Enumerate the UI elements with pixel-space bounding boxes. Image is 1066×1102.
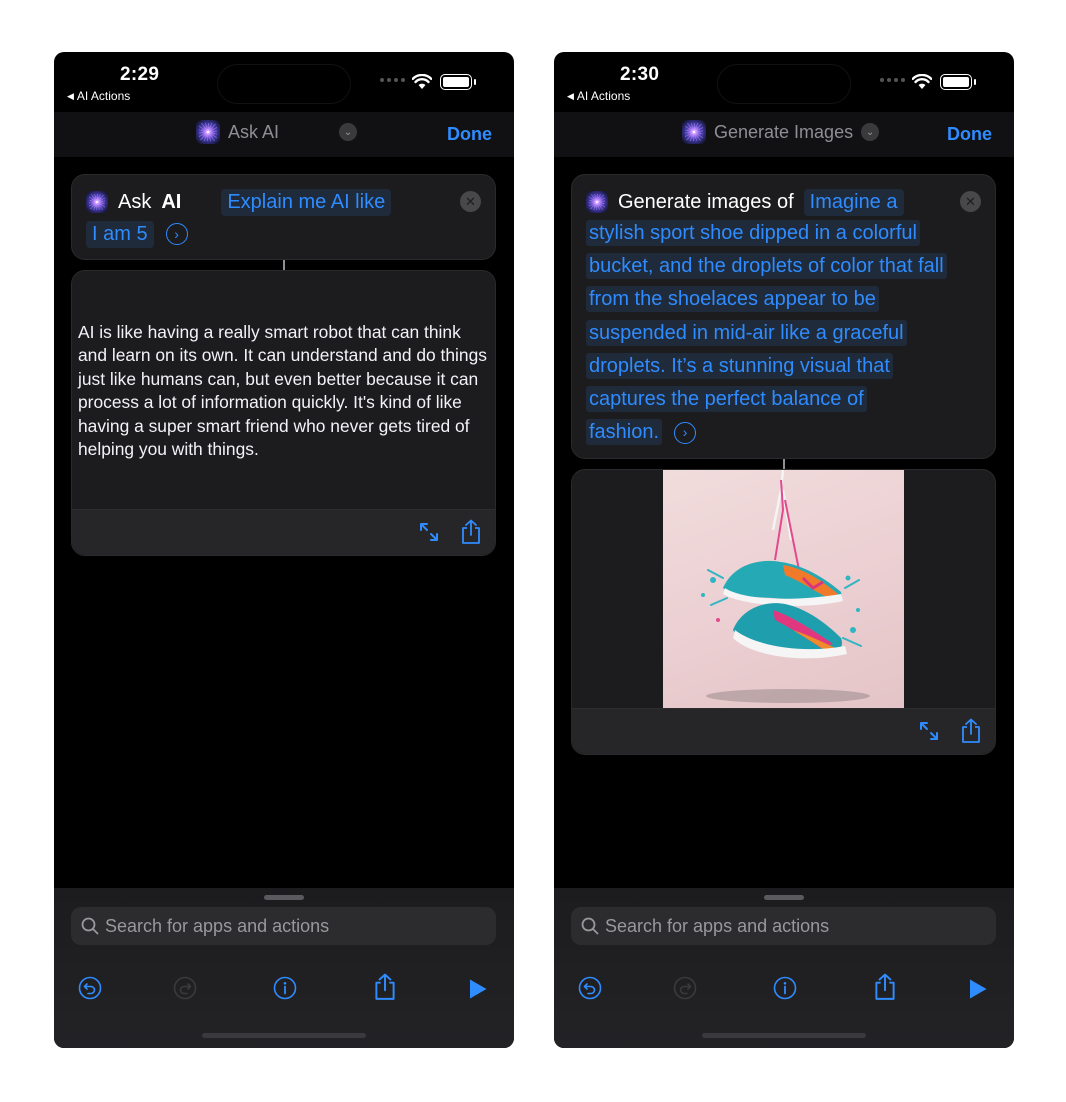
close-icon[interactable]: ✕ xyxy=(960,191,981,212)
nav-bar: Ask AI ⌄ Done xyxy=(54,112,514,157)
nav-bar: Generate Images ⌄ Done xyxy=(554,112,1014,157)
play-icon[interactable] xyxy=(968,978,988,1000)
search-placeholder: Search for apps and actions xyxy=(105,915,330,936)
battery-icon xyxy=(440,74,476,90)
connector-line xyxy=(783,459,785,469)
nav-title: Ask AI xyxy=(228,121,280,142)
search-field[interactable]: Search for apps and actions xyxy=(571,907,996,945)
search-icon xyxy=(581,917,599,935)
result-card: AI is like having a really smart robot t… xyxy=(71,270,496,556)
share-icon[interactable] xyxy=(373,973,397,1001)
prompt-param[interactable]: Explain me AI like xyxy=(221,188,392,216)
phone-screen-left: 2:29 ◀ AI Actions Ask AI ⌄ Done Ask AI E… xyxy=(54,52,514,1048)
action-object: AI xyxy=(161,190,182,213)
action-card[interactable]: Ask AI Explain me AI like I am 5 › ✕ xyxy=(71,174,496,260)
redo-icon[interactable] xyxy=(173,976,197,1000)
result-toolbar xyxy=(572,708,995,754)
back-to-app-link[interactable]: ◀ AI Actions xyxy=(567,89,630,103)
home-indicator xyxy=(702,1033,866,1038)
sheet-grabber[interactable] xyxy=(764,895,804,900)
app-icon xyxy=(586,191,608,213)
dynamic-island xyxy=(717,64,851,104)
chevron-down-icon[interactable]: ⌄ xyxy=(339,123,358,141)
home-indicator xyxy=(202,1033,366,1038)
info-icon[interactable] xyxy=(773,976,797,1000)
prompt-line: suspended in mid-air like a graceful xyxy=(586,319,907,346)
action-card[interactable]: Generate images of Imagine a stylish spo… xyxy=(571,174,996,459)
chevron-right-circle-icon[interactable]: › xyxy=(165,223,188,245)
prompt-line: fashion. xyxy=(586,419,663,446)
prompt-line: stylish sport shoe dipped in a colorful xyxy=(586,220,920,246)
back-triangle-icon: ◀ xyxy=(67,90,74,101)
nav-title: Generate Images xyxy=(714,121,854,142)
app-icon xyxy=(682,120,706,144)
result-text: AI is like having a really smart robot t… xyxy=(78,322,487,460)
action-verb: Generate images of xyxy=(618,190,794,213)
chevron-right-circle-icon[interactable]: › xyxy=(674,421,697,444)
search-placeholder: Search for apps and actions xyxy=(605,915,830,936)
prompt-param[interactable]: Imagine a xyxy=(803,188,904,216)
signal-icon xyxy=(880,78,905,82)
sneakers-illustration xyxy=(701,470,870,703)
undo-icon[interactable] xyxy=(578,976,602,1000)
prompt-param-continued[interactable]: stylish sport shoe dipped in a colorful … xyxy=(586,217,981,449)
actions-sheet: Search for apps and actions xyxy=(54,888,514,1048)
prompt-line: bucket, and the droplets of color that f… xyxy=(586,253,947,280)
app-icon xyxy=(196,120,220,144)
expand-icon[interactable] xyxy=(418,521,440,543)
signal-icon xyxy=(380,78,405,82)
prompt-param-continued[interactable]: I am 5 xyxy=(86,220,154,248)
prompt-line: from the shoelaces appear to be xyxy=(586,286,879,313)
sheet-grabber[interactable] xyxy=(264,895,304,900)
back-app-label: AI Actions xyxy=(576,89,631,103)
action-title-menu[interactable]: Ask AI ⌄ xyxy=(196,120,358,144)
back-to-app-link[interactable]: ◀ AI Actions xyxy=(67,89,130,103)
prompt-line: captures the perfect balance of xyxy=(586,386,867,413)
editor-toolbar xyxy=(54,964,514,1014)
action-title-menu[interactable]: Generate Images ⌄ xyxy=(682,120,880,144)
phone-screen-right: 2:30 ◀ AI Actions Generate Images ⌄ Done… xyxy=(554,52,1014,1048)
dynamic-island xyxy=(217,64,351,104)
wifi-icon xyxy=(412,74,432,89)
search-field[interactable]: Search for apps and actions xyxy=(71,907,496,945)
actions-sheet: Search for apps and actions xyxy=(554,888,1014,1048)
battery-icon xyxy=(940,74,976,90)
close-icon[interactable]: ✕ xyxy=(460,191,481,212)
play-icon[interactable] xyxy=(468,978,488,1000)
status-time: 2:30 xyxy=(620,64,660,85)
share-icon[interactable] xyxy=(460,519,482,545)
back-app-label: AI Actions xyxy=(76,89,131,103)
wifi-icon xyxy=(912,74,932,89)
prompt-line: droplets. It’s a stunning visual that xyxy=(586,352,893,379)
editor-toolbar xyxy=(554,964,1014,1014)
app-icon xyxy=(86,191,108,213)
expand-icon[interactable] xyxy=(918,720,940,742)
result-card xyxy=(571,469,996,755)
info-icon[interactable] xyxy=(273,976,297,1000)
chevron-down-icon[interactable]: ⌄ xyxy=(861,123,880,141)
done-button[interactable]: Done xyxy=(447,124,492,145)
back-triangle-icon: ◀ xyxy=(567,90,574,101)
search-icon xyxy=(81,917,99,935)
generated-image[interactable] xyxy=(663,470,904,709)
done-button[interactable]: Done xyxy=(947,124,992,145)
result-toolbar xyxy=(72,509,495,555)
action-verb: Ask xyxy=(118,190,152,213)
redo-icon[interactable] xyxy=(673,976,697,1000)
share-icon[interactable] xyxy=(873,973,897,1001)
status-time: 2:29 xyxy=(120,64,160,85)
undo-icon[interactable] xyxy=(78,976,102,1000)
share-icon[interactable] xyxy=(960,718,982,744)
connector-line xyxy=(283,260,285,270)
